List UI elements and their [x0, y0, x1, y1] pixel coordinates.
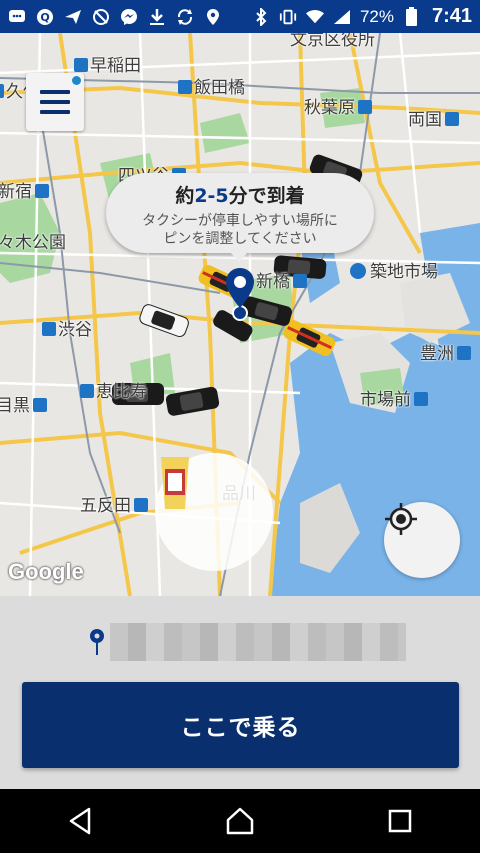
back-icon: [69, 807, 91, 835]
map-label-yoyogi: 々木公園: [0, 233, 66, 253]
map-label-tsukiji: 築地市場: [350, 257, 438, 282]
map-label-shibuya: 渋谷: [42, 315, 92, 340]
map-label-iidabashi: 飯田橋: [178, 73, 245, 98]
hamburger-icon-bar: [40, 110, 70, 114]
navigation-bar: [0, 789, 480, 853]
battery-percent: 72%: [359, 6, 394, 26]
map-label-meguro: 目黒: [0, 391, 47, 416]
bottom-panel: ここで乗る: [0, 596, 480, 789]
pin-hint-line1: タクシーが停車しやすい場所に: [142, 213, 338, 229]
map-label-waseda: 早稲田: [74, 51, 141, 76]
menu-button[interactable]: [26, 73, 84, 131]
google-logo: Google: [8, 559, 84, 584]
my-location-button[interactable]: [384, 502, 460, 578]
eta-text: 約2-5分で到着: [175, 185, 305, 207]
ride-here-button[interactable]: ここで乗る: [22, 682, 459, 768]
pickup-address-row[interactable]: [86, 622, 406, 662]
message-icon: [8, 8, 26, 26]
pickup-pin-icon[interactable]: [224, 266, 256, 310]
promo-badge[interactable]: [155, 453, 273, 571]
hamburger-icon-bar: [40, 100, 70, 104]
map-label-gotanda: 五反田: [80, 491, 148, 516]
cell-signal-icon: [333, 8, 351, 26]
download-icon: [148, 8, 166, 26]
location-icon: [204, 8, 222, 26]
pin-hint-line2: ピンを調整してください: [163, 231, 317, 247]
promo-cup-icon: [161, 457, 189, 509]
back-button[interactable]: [50, 791, 110, 851]
home-icon: [226, 807, 254, 835]
status-bar: Q 72% 7:41: [0, 0, 480, 33]
q-icon: Q: [36, 8, 54, 26]
messenger-icon: [120, 8, 138, 26]
pickup-address-redacted: [110, 623, 406, 661]
map-label-shinjuku: 新宿: [0, 177, 49, 202]
signal-off-icon: [92, 8, 110, 26]
hamburger-icon-bar: [40, 90, 70, 94]
battery-icon: [403, 7, 421, 26]
map-label-ryogoku: 両国: [408, 105, 459, 130]
address-pin-icon: [90, 629, 104, 655]
clock: 7:41: [431, 5, 472, 27]
map-label-bunkyo: 文京区役所: [290, 33, 375, 50]
bluetooth-icon: [252, 7, 270, 26]
send-icon: [64, 8, 82, 26]
map-view[interactable]: 早稲田 飯田橋 秋葉原 文京区役所 両国 新宿 四ツ谷 々木公園 久保 新橋 築…: [0, 33, 480, 596]
map-label-shijomae: 市場前: [360, 385, 428, 410]
wifi-icon: [305, 8, 324, 26]
map-label-akihabara: 秋葉原: [304, 93, 372, 118]
eta-bubble: 約2-5分で到着 タクシーが停車しやすい場所に ピンを調整してください: [106, 173, 374, 262]
map-label-toyosu: 豊洲: [420, 339, 471, 364]
recents-button[interactable]: [370, 791, 430, 851]
map-label-shimbashi: 新橋: [256, 267, 307, 292]
vibrate-icon: [279, 8, 297, 26]
svg-text:Q: Q: [40, 11, 49, 24]
notification-dot: [72, 76, 81, 85]
home-button[interactable]: [210, 791, 270, 851]
crosshair-icon: [385, 503, 417, 535]
map-label-ebisu: 恵比寿: [80, 377, 147, 402]
recents-icon: [388, 809, 412, 833]
sync-icon: [176, 8, 194, 26]
